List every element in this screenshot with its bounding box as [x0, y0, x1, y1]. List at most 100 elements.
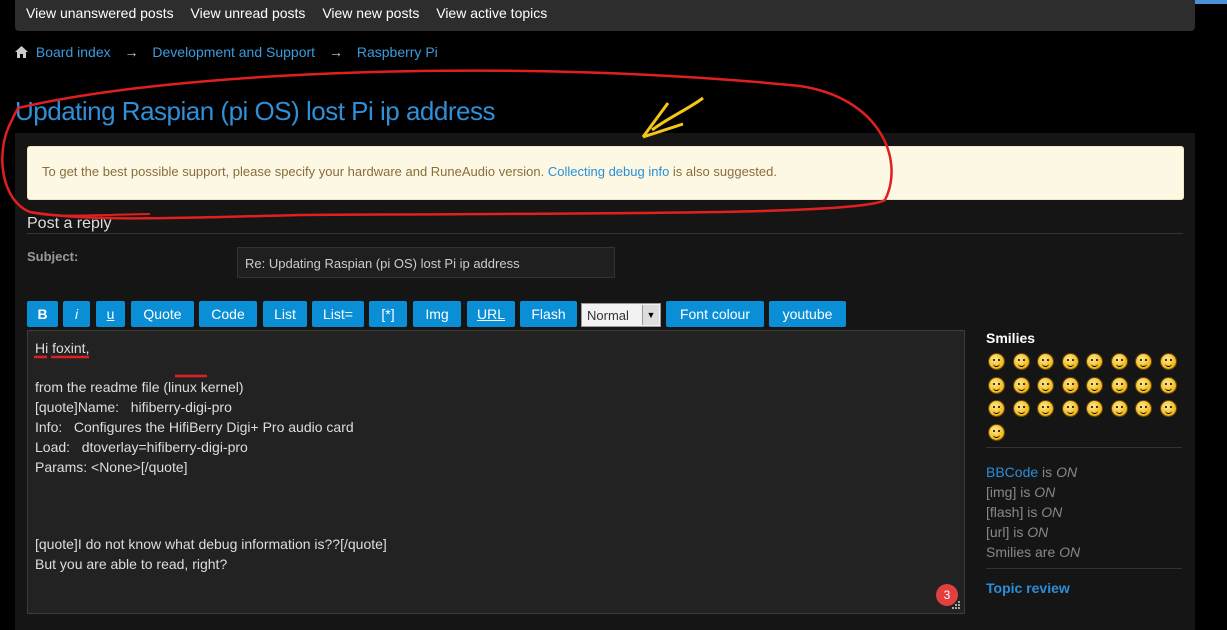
smiley-icon[interactable] [1160, 401, 1176, 416]
editor-line: [quote]Name: hifiberry-digi-pro [35, 399, 232, 415]
topic-title[interactable]: Updating Raspian (pi OS) lost Pi ip addr… [15, 96, 495, 127]
list-item-button[interactable]: [*] [369, 301, 407, 327]
divider [986, 568, 1182, 569]
smilies-title: Smilies [986, 330, 1036, 346]
list-button[interactable]: List [263, 301, 307, 327]
smiley-icon[interactable] [1111, 401, 1127, 416]
smiley-icon[interactable] [1160, 377, 1176, 393]
smiley-icon[interactable] [1136, 401, 1151, 416]
smiley-icon[interactable] [989, 401, 1004, 416]
divider [986, 447, 1182, 448]
breadcrumb-development[interactable]: Development and Support [152, 44, 315, 60]
bbcode-status: BBCode is ON [986, 464, 1077, 480]
subject-input[interactable]: Re: Updating Raspian (pi OS) lost Pi ip … [237, 247, 615, 278]
url-button[interactable]: URL [467, 301, 515, 327]
status-label: [flash] [986, 504, 1024, 520]
nav-link-unanswered[interactable]: View unanswered posts [26, 5, 174, 21]
status-value: ON [1056, 464, 1078, 480]
breadcrumb-arrow: → [124, 44, 139, 60]
message-textarea[interactable]: Hi foxint, from the readme file (linux k… [27, 330, 965, 614]
status-value: ON [1034, 484, 1056, 500]
nav-link-active[interactable]: View active topics [436, 5, 547, 21]
status-value: ON [1027, 524, 1049, 540]
smiley-icon[interactable] [1013, 377, 1029, 393]
smiley-icon[interactable] [1013, 354, 1029, 369]
editor-line: Load: dtoverlay=hifiberry-digi-pro [35, 439, 248, 455]
smiley-icon[interactable] [1136, 354, 1151, 369]
chevron-down-icon: ▼ [642, 305, 659, 325]
status-verb: is [1027, 504, 1038, 520]
breadcrumb: Board index → Development and Support → … [15, 44, 438, 60]
smiley-icon[interactable] [1087, 354, 1102, 369]
underline-button[interactable]: u [96, 301, 125, 327]
smiley-icon[interactable] [989, 424, 1004, 440]
top-nav-links: View unanswered posts View unread posts … [26, 5, 560, 21]
notice-text-before: To get the best possible support, please… [42, 164, 545, 179]
editor-line: [quote]I do not know what debug informat… [35, 536, 387, 552]
status-verb: are [1035, 544, 1056, 560]
smilies-status: Smilies are ON [986, 544, 1080, 560]
smiley-icon[interactable] [1160, 354, 1176, 369]
smiley-icon[interactable] [1136, 377, 1151, 393]
notice-text-after: is also suggested. [672, 164, 777, 179]
nav-link-new[interactable]: View new posts [322, 5, 419, 21]
support-notice: To get the best possible support, please… [27, 146, 1184, 200]
youtube-button[interactable]: youtube [769, 301, 846, 327]
italic-button[interactable]: i [63, 301, 90, 327]
status-value: ON [1041, 504, 1063, 520]
smiley-icon[interactable] [1111, 354, 1127, 369]
breadcrumb-board-index[interactable]: Board index [36, 44, 111, 60]
yellow-arrow-annotation [651, 96, 704, 132]
list-numbered-button[interactable]: List= [312, 301, 364, 327]
breadcrumb-raspberry-pi[interactable]: Raspberry Pi [357, 44, 438, 60]
quote-button[interactable]: Quote [131, 301, 194, 327]
subject-label: Subject: [27, 249, 79, 264]
font-size-select[interactable]: Normal ▼ [581, 303, 661, 327]
post-reply-heading: Post a reply [27, 215, 112, 232]
status-value: ON [1059, 544, 1081, 560]
smiley-icon[interactable] [1062, 354, 1078, 369]
editor-line: But you are able to read, right? [35, 556, 228, 572]
post-reply-panel: To get the best possible support, please… [15, 133, 1195, 630]
smiley-icon[interactable] [1062, 401, 1078, 416]
flash-button[interactable]: Flash [520, 301, 577, 327]
status-verb: is [1020, 484, 1031, 500]
code-button[interactable]: Code [199, 301, 257, 327]
debug-info-link[interactable]: Collecting debug info [548, 164, 669, 179]
smiley-icon[interactable] [989, 354, 1004, 369]
img-button[interactable]: Img [413, 301, 461, 327]
url-status: [url] is ON [986, 524, 1048, 540]
notice-text: To get the best possible support, please… [42, 164, 777, 179]
editor-line: from the readme file (linux kernel) [35, 379, 244, 395]
window-edge-accent [1195, 0, 1227, 4]
status-verb: is [1013, 524, 1024, 540]
font-size-value: Normal [587, 308, 629, 323]
smiley-icon[interactable] [1062, 377, 1078, 393]
divider [27, 233, 1183, 234]
smiley-icon[interactable] [1038, 401, 1053, 416]
status-label: [url] [986, 524, 1010, 540]
editor-line: Params: <None>[/quote] [35, 459, 188, 475]
smiley-icon[interactable] [1087, 377, 1102, 393]
status-verb: is [1042, 464, 1053, 480]
smiley-icon[interactable] [1013, 401, 1029, 416]
home-icon [15, 46, 28, 58]
img-status: [img] is ON [986, 484, 1055, 500]
smiley-icon[interactable] [989, 377, 1004, 393]
topic-review-link[interactable]: Topic review [986, 580, 1070, 596]
editor-line: Hi foxint, [35, 340, 90, 356]
smiley-icon[interactable] [1087, 401, 1102, 416]
smiley-icon[interactable] [1038, 377, 1053, 393]
status-label: Smilies [986, 544, 1032, 560]
bold-button[interactable]: B [27, 301, 58, 327]
editor-line: Info: Configures the HifiBerry Digi+ Pro… [35, 419, 354, 435]
font-colour-button[interactable]: Font colour [666, 301, 764, 327]
smiley-icon[interactable] [1111, 377, 1127, 393]
smiley-icon[interactable] [1038, 354, 1053, 369]
bbcode-link[interactable]: BBCode [986, 464, 1038, 480]
flash-status: [flash] is ON [986, 504, 1062, 520]
nav-link-unread[interactable]: View unread posts [191, 5, 306, 21]
top-nav-bar: View unanswered posts View unread posts … [15, 0, 1195, 31]
resize-grip-icon[interactable] [952, 601, 961, 610]
breadcrumb-arrow: → [328, 44, 343, 60]
